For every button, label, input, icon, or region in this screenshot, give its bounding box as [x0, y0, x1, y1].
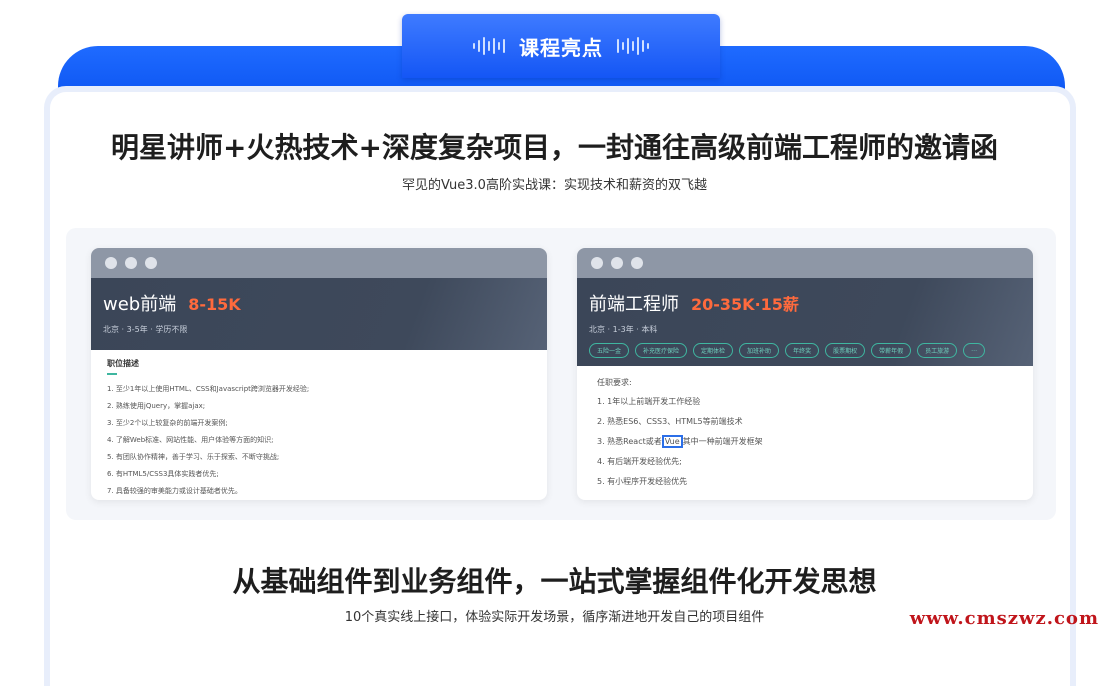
benefit-tag: 补充医疗保险 [635, 343, 688, 358]
job-banner: web前端 8-15K 北京 · 3-5年 · 学历不限 [91, 278, 547, 350]
job-salary: 20-35K·15薪 [691, 295, 799, 314]
benefit-tag: 员工旅游 [917, 343, 958, 358]
list-item: 6. 有HTML5/CSS3具体实践者优先; [107, 470, 219, 478]
window-dot-icon [125, 257, 137, 269]
list-item: 2. 熟练使用jQuery，掌握ajax; [107, 402, 206, 410]
list-item: 4. 了解Web标准、网站性能、用户体验等方面的知识; [107, 436, 274, 444]
window-dot-icon [631, 257, 643, 269]
job-section-title: 职位描述 [107, 359, 139, 368]
sound-wave-icon-right [617, 36, 649, 56]
list-item-text: 3. 熟悉React或者 [597, 437, 662, 446]
highlight-subtitle-1: 罕见的Vue3.0高阶实战课：实现技术和薪资的双飞越 [402, 178, 707, 193]
sound-wave-icon-left [473, 36, 505, 56]
list-item: 1. 至少1年以上使用HTML、CSS和Javascript跨浏览器开发经验; [107, 385, 310, 393]
list-item-suffix: 其中一种前端开发框架 [682, 437, 763, 446]
benefit-tag: 年终奖 [785, 343, 820, 358]
benefit-tag: 带薪年假 [871, 343, 912, 358]
job-title: 前端工程师 [589, 294, 679, 315]
job-meta: 北京 · 1-3年 · 本科 [589, 325, 658, 334]
benefit-tag: 股票期权 [825, 343, 866, 358]
list-item: 5. 有团队协作精神，善于学习、乐于探索、不断守挑战; [107, 453, 280, 461]
site-watermark: www.cmszwz.com [909, 608, 1099, 629]
highlight-headline-2: 从基础组件到业务组件，一站式掌握组件化开发思想 [232, 565, 877, 598]
job-banner: 前端工程师 20-35K·15薪 北京 · 1-3年 · 本科 五险一金 补充医… [577, 278, 1033, 366]
benefit-tag: 五险一金 [589, 343, 630, 358]
benefit-tag: 定期体检 [693, 343, 734, 358]
list-item: 3. 至少2个以上较复杂的前端开发案例; [107, 419, 228, 427]
benefit-tag: 加班补助 [739, 343, 780, 358]
list-item: 2. 熟悉ES6、CSS3、HTML5等前端技术 [597, 417, 743, 426]
benefit-tags: 五险一金 补充医疗保险 定期体检 加班补助 年终奖 股票期权 带薪年假 员工旅游… [589, 343, 1021, 358]
job-salary: 8-15K [188, 295, 241, 314]
job-requirements: 任职要求: 1. 1年以上前端开发工作经验 2. 熟悉ES6、CSS3、HTML… [577, 366, 1033, 500]
job-title: web前端 [103, 294, 177, 315]
job-card-web-frontend: web前端 8-15K 北京 · 3-5年 · 学历不限 职位描述 1. 至少1… [91, 248, 547, 500]
window-dot-icon [145, 257, 157, 269]
window-titlebar [577, 248, 1033, 278]
list-item: 4. 有后端开发经验优先; [597, 457, 682, 466]
window-dot-icon [105, 257, 117, 269]
vue-highlight-box: Vue [661, 435, 683, 448]
section-title-label: 课程亮点 [519, 35, 603, 60]
list-item: 7. 具备较强的审美能力或设计基础者优先。 [107, 487, 242, 495]
benefit-tag-more: … [963, 343, 986, 358]
requirements-title: 任职要求: [597, 378, 632, 387]
list-item: 1. 1年以上前端开发工作经验 [597, 397, 701, 406]
list-item: 5. 有小程序开发经验优先 [597, 477, 688, 486]
section-title-tab: 课程亮点 [402, 14, 720, 78]
job-title-row: web前端 8-15K [103, 290, 535, 316]
window-titlebar [91, 248, 547, 278]
job-card-frontend-engineer: 前端工程师 20-35K·15薪 北京 · 1-3年 · 本科 五险一金 补充医… [577, 248, 1033, 500]
highlight-headline-1: 明星讲师+火热技术+深度复杂项目，一封通往高级前端工程师的邀请函 [111, 131, 998, 164]
job-title-row: 前端工程师 20-35K·15薪 [589, 290, 1021, 316]
job-description: 职位描述 1. 至少1年以上使用HTML、CSS和Javascript跨浏览器开… [91, 350, 547, 500]
section-underline [107, 373, 117, 375]
list-item-with-highlight: 3. 熟悉React或者 Vue 其中一种前端开发框架 [597, 432, 1013, 452]
window-dot-icon [611, 257, 623, 269]
job-meta: 北京 · 3-5年 · 学历不限 [103, 325, 188, 334]
window-dot-icon [591, 257, 603, 269]
